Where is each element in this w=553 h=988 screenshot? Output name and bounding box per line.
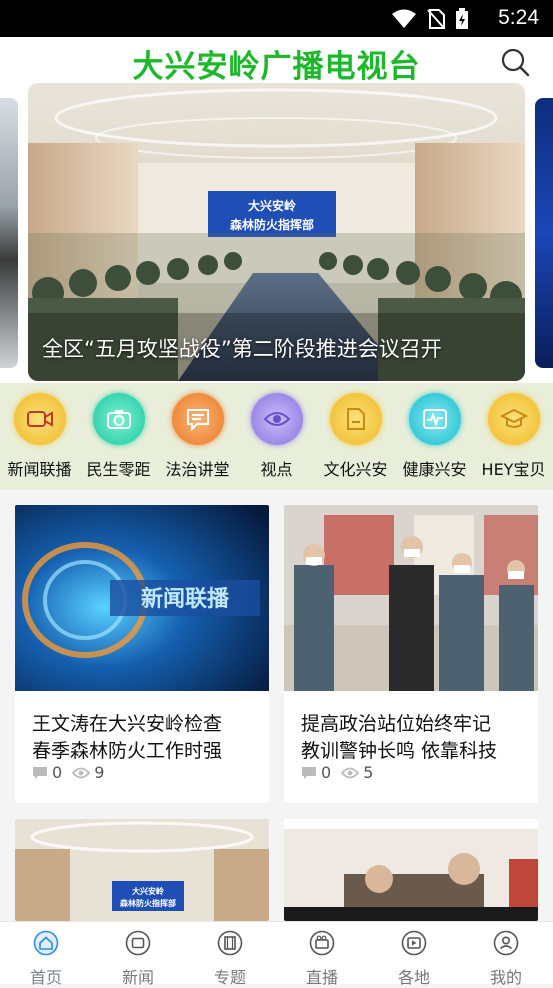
news-meta: 0 5 — [301, 763, 373, 782]
news-card[interactable] — [284, 819, 538, 921]
category-label: 民生零距 — [86, 460, 151, 479]
app-header: 大兴安岭广播电视台 — [0, 37, 553, 85]
news-card[interactable]: 新闻联播 王文涛在大兴安岭检查 春季森林防火工作时强 0 9 — [15, 505, 269, 803]
news-title-line: 提高政治站位始终牢记 — [301, 713, 492, 735]
news-title: 王文涛在大兴安岭检查 春季森林防火工作时强 — [32, 711, 259, 765]
status-icons — [391, 8, 469, 30]
tv-icon — [125, 930, 151, 956]
category-livelihood[interactable]: 民生零距 — [79, 393, 158, 480]
video-camera-icon — [13, 393, 66, 445]
folder-icon — [329, 393, 382, 445]
category-row: 新闻联播 民生零距 法治讲堂 视点 文化兴安 健康兴安 HEY宝贝 — [0, 383, 553, 490]
camera-icon — [92, 393, 145, 445]
news-title-line: 教训警钟长鸣 依靠科技 — [301, 740, 498, 762]
news-thumbnail: 新闻联播 — [15, 505, 269, 691]
banner-sign-text: 森林防火指挥部 — [230, 217, 314, 232]
category-viewpoint[interactable]: 视点 — [237, 393, 316, 480]
user-icon — [493, 930, 519, 956]
news-title: 提高政治站位始终牢记 教训警钟长鸣 依靠科技 — [301, 711, 528, 765]
battery-icon — [456, 8, 468, 29]
pulse-icon — [408, 393, 461, 445]
tab-label: 各地 — [397, 968, 430, 987]
live-camera-icon — [309, 930, 335, 956]
eye-icon — [250, 393, 303, 445]
news-card[interactable]: 大兴安岭 森林防火指挥部 — [15, 819, 269, 921]
eye-icon — [72, 767, 91, 778]
app-title: 大兴安岭广播电视台 — [132, 49, 421, 85]
news-thumbnail — [284, 505, 538, 691]
category-news-broadcast[interactable]: 新闻联播 — [0, 393, 79, 480]
card-sign-text: 森林防火指挥部 — [120, 898, 176, 908]
category-label: 文化兴安 — [323, 460, 388, 479]
tab-news[interactable]: 新闻 — [92, 930, 184, 988]
banner-carousel[interactable]: 大兴安岭 森林防火指挥部 全区“五月攻坚战役”第二阶段推进会议召开 — [0, 83, 553, 383]
category-label: 新闻联播 — [7, 460, 72, 479]
category-health[interactable]: 健康兴安 — [395, 393, 474, 480]
comment-icon — [33, 766, 47, 779]
view-count: 9 — [94, 763, 105, 782]
home-icon — [33, 930, 59, 956]
tab-topics[interactable]: 专题 — [184, 930, 276, 988]
location-video-icon — [401, 930, 427, 956]
tab-label: 新闻 — [121, 968, 154, 987]
news-card[interactable]: 提高政治站位始终牢记 教训警钟长鸣 依靠科技 0 5 — [284, 505, 538, 803]
comment-count: 0 — [52, 763, 63, 782]
news-thumbnail — [284, 819, 538, 921]
bottom-tab-bar: 首页 新闻 专题 直播 各地 我的 — [0, 921, 553, 987]
tab-mine[interactable]: 我的 — [460, 930, 552, 988]
news-logo-text: 新闻联播 — [141, 586, 230, 612]
search-icon[interactable] — [499, 46, 531, 78]
category-law[interactable]: 法治讲堂 — [158, 393, 237, 480]
tab-label: 直播 — [305, 968, 338, 987]
wifi-icon — [392, 9, 416, 28]
no-sim-icon — [427, 9, 445, 29]
status-time: 5:24 — [498, 6, 539, 29]
chat-icon — [171, 393, 224, 445]
tab-live[interactable]: 直播 — [276, 930, 368, 988]
card-sign-text: 大兴安岭 — [132, 886, 164, 896]
category-label: HEY宝贝 — [481, 460, 546, 479]
eye-icon — [341, 767, 360, 778]
comment-icon — [302, 766, 316, 779]
tab-label: 专题 — [213, 968, 246, 987]
news-title-line: 春季森林防火工作时强 — [32, 740, 223, 762]
banner-next-slide[interactable] — [535, 98, 553, 368]
tab-label: 首页 — [29, 968, 62, 987]
tab-home[interactable]: 首页 — [0, 930, 92, 988]
banner-slide[interactable]: 大兴安岭 森林防火指挥部 全区“五月攻坚战役”第二阶段推进会议召开 — [28, 83, 525, 381]
category-label: 法治讲堂 — [165, 460, 230, 479]
news-meta: 0 9 — [32, 763, 104, 782]
tab-label: 我的 — [489, 968, 522, 987]
category-label: 健康兴安 — [402, 460, 467, 479]
category-culture[interactable]: 文化兴安 — [316, 393, 395, 480]
graduation-cap-icon — [487, 393, 540, 445]
banner-prev-slide[interactable] — [0, 98, 18, 368]
view-count: 5 — [363, 763, 374, 782]
banner-caption: 全区“五月攻坚战役”第二阶段推进会议召开 — [42, 337, 442, 361]
comment-count: 0 — [321, 763, 332, 782]
banner-sign-text: 大兴安岭 — [248, 198, 296, 213]
news-title-line: 王文涛在大兴安岭检查 — [32, 713, 223, 735]
category-hey-baby[interactable]: HEY宝贝 — [474, 393, 553, 480]
status-bar: 5:24 — [0, 0, 553, 37]
category-label: 视点 — [260, 460, 293, 479]
film-icon — [217, 930, 243, 956]
news-thumbnail: 大兴安岭 森林防火指挥部 — [15, 819, 269, 921]
tab-local[interactable]: 各地 — [368, 930, 460, 988]
